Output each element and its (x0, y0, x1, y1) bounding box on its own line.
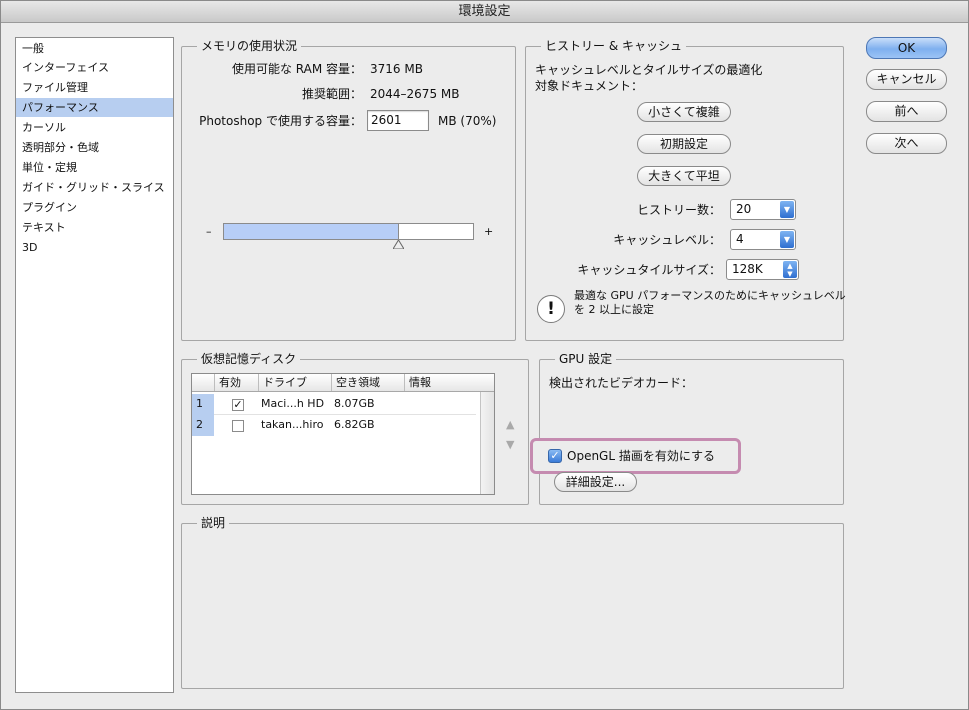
chevron-down-icon[interactable]: ▼ (780, 231, 794, 248)
photoshop-usage-label: Photoshop で使用する容量： (199, 114, 362, 128)
advanced-settings-button[interactable]: 詳細設定... (554, 472, 637, 492)
cache-levels-field[interactable]: 4 ▼ (730, 229, 796, 250)
free-space: 8.07GB (334, 397, 375, 410)
optimize-text-line2: 対象ドキュメント： (535, 79, 644, 93)
big-and-flat-button[interactable]: 大きくて平坦 (637, 166, 731, 186)
ideal-range-label: 推奨範囲： (301, 87, 362, 101)
chevron-down-icon[interactable]: ▼ (780, 201, 794, 218)
row-number: 1 (192, 394, 214, 415)
memory-slider-handle[interactable] (392, 238, 405, 252)
sidebar-item-plugins[interactable]: プラグイン (16, 198, 173, 217)
cache-tile-size-label: キャッシュタイルサイズ： (577, 263, 721, 277)
enable-checkbox[interactable] (232, 420, 244, 432)
enable-checkbox[interactable]: ✓ (232, 399, 244, 411)
ok-button[interactable]: OK (866, 37, 947, 59)
opengl-checkbox[interactable]: ✓ (548, 449, 562, 463)
history-cache-title: ヒストリー & キャッシュ (541, 39, 686, 53)
move-up-icon[interactable]: ▲ (506, 418, 514, 431)
cancel-button[interactable]: キャンセル (866, 69, 947, 90)
scratch-disks-title: 仮想記憶ディスク (197, 352, 301, 366)
column-free-space[interactable]: 空き領域 (331, 374, 404, 391)
sidebar-item-transparency[interactable]: 透明部分・色域 (16, 138, 173, 157)
available-ram-label: 使用可能な RAM 容量： (231, 62, 362, 76)
default-button[interactable]: 初期設定 (637, 134, 731, 154)
prev-button[interactable]: 前へ (866, 101, 947, 122)
cache-levels-value: 4 (736, 232, 744, 246)
gpu-settings-title: GPU 設定 (555, 352, 617, 366)
gpu-note-line2: を 2 以上に設定 (574, 303, 654, 316)
opengl-label[interactable]: OpenGL 描画を有効にする (567, 448, 715, 464)
column-enabled[interactable]: 有効 (214, 374, 258, 391)
table-header: 有効 ドライブ 空き領域 情報 (192, 374, 494, 392)
sidebar-item-file-handling[interactable]: ファイル管理 (16, 78, 173, 97)
memory-slider-fill (223, 223, 399, 240)
description-title: 説明 (197, 516, 230, 530)
description-group (181, 523, 844, 689)
preferences-window: 環境設定 一般 インターフェイス ファイル管理 パフォーマンス カーソル 透明部… (0, 0, 969, 710)
slider-plus: + (484, 225, 494, 238)
cache-tile-size-select[interactable]: 128K ▲ ▼ (726, 259, 799, 280)
optimize-text-line1: キャッシュレベルとタイルサイズの最適化 (535, 63, 763, 77)
sidebar-item-performance[interactable]: パフォーマンス (16, 98, 173, 117)
free-space: 6.82GB (334, 418, 375, 431)
history-states-label: ヒストリー数： (636, 203, 721, 217)
column-drive[interactable]: ドライブ (258, 374, 331, 391)
cache-levels-label: キャッシュレベル： (613, 233, 721, 247)
sidebar-item-3d[interactable]: 3D (16, 238, 173, 257)
gpu-note-line1: 最適な GPU パフォーマンスのためにキャッシュレベル (574, 289, 846, 302)
history-states-field[interactable]: 20 ▼ (730, 199, 796, 220)
up-down-arrows-icon: ▲ ▼ (783, 261, 797, 278)
drive-name: takan...hiro (261, 418, 324, 431)
table-scrollbar[interactable] (480, 392, 494, 494)
tall-and-thin-button[interactable]: 小さくて複雑 (637, 102, 731, 122)
row-number: 2 (192, 415, 214, 436)
sidebar-item-type[interactable]: テキスト (16, 218, 173, 237)
cache-tile-size-value: 128K (732, 262, 763, 276)
drive-name: Maci...h HD (261, 397, 325, 410)
ideal-range-value: 2044–2675 MB (370, 87, 460, 101)
category-list[interactable]: 一般 インターフェイス ファイル管理 パフォーマンス カーソル 透明部分・色域 … (15, 37, 174, 693)
history-states-value: 20 (736, 202, 752, 216)
memory-slider-track[interactable] (398, 223, 474, 240)
sidebar-item-cursors[interactable]: カーソル (16, 118, 173, 137)
memory-usage-input[interactable]: 2601 (367, 110, 429, 131)
sidebar-item-units-rulers[interactable]: 単位・定規 (16, 158, 173, 177)
scratch-disk-table[interactable]: 有効 ドライブ 空き領域 情報 1 ✓ Maci...h HD 8.07GB 2… (191, 373, 495, 495)
sidebar-item-guides-grid[interactable]: ガイド・グリッド・スライス (16, 178, 173, 197)
move-down-icon[interactable]: ▼ (506, 438, 514, 451)
exclamation-icon: ! (537, 295, 565, 323)
available-ram-value: 3716 MB (370, 62, 423, 76)
slider-minus: – (206, 225, 212, 238)
sidebar-item-interface[interactable]: インターフェイス (16, 58, 173, 77)
memory-usage-unit: MB (70%) (438, 114, 497, 128)
column-info[interactable]: 情報 (404, 374, 482, 391)
window-title: 環境設定 (1, 1, 968, 23)
next-button[interactable]: 次へ (866, 133, 947, 154)
memory-usage-title: メモリの使用状況 (197, 39, 302, 53)
detected-video-card-label: 検出されたビデオカード： (549, 376, 694, 390)
sidebar-item-general[interactable]: 一般 (16, 39, 173, 58)
